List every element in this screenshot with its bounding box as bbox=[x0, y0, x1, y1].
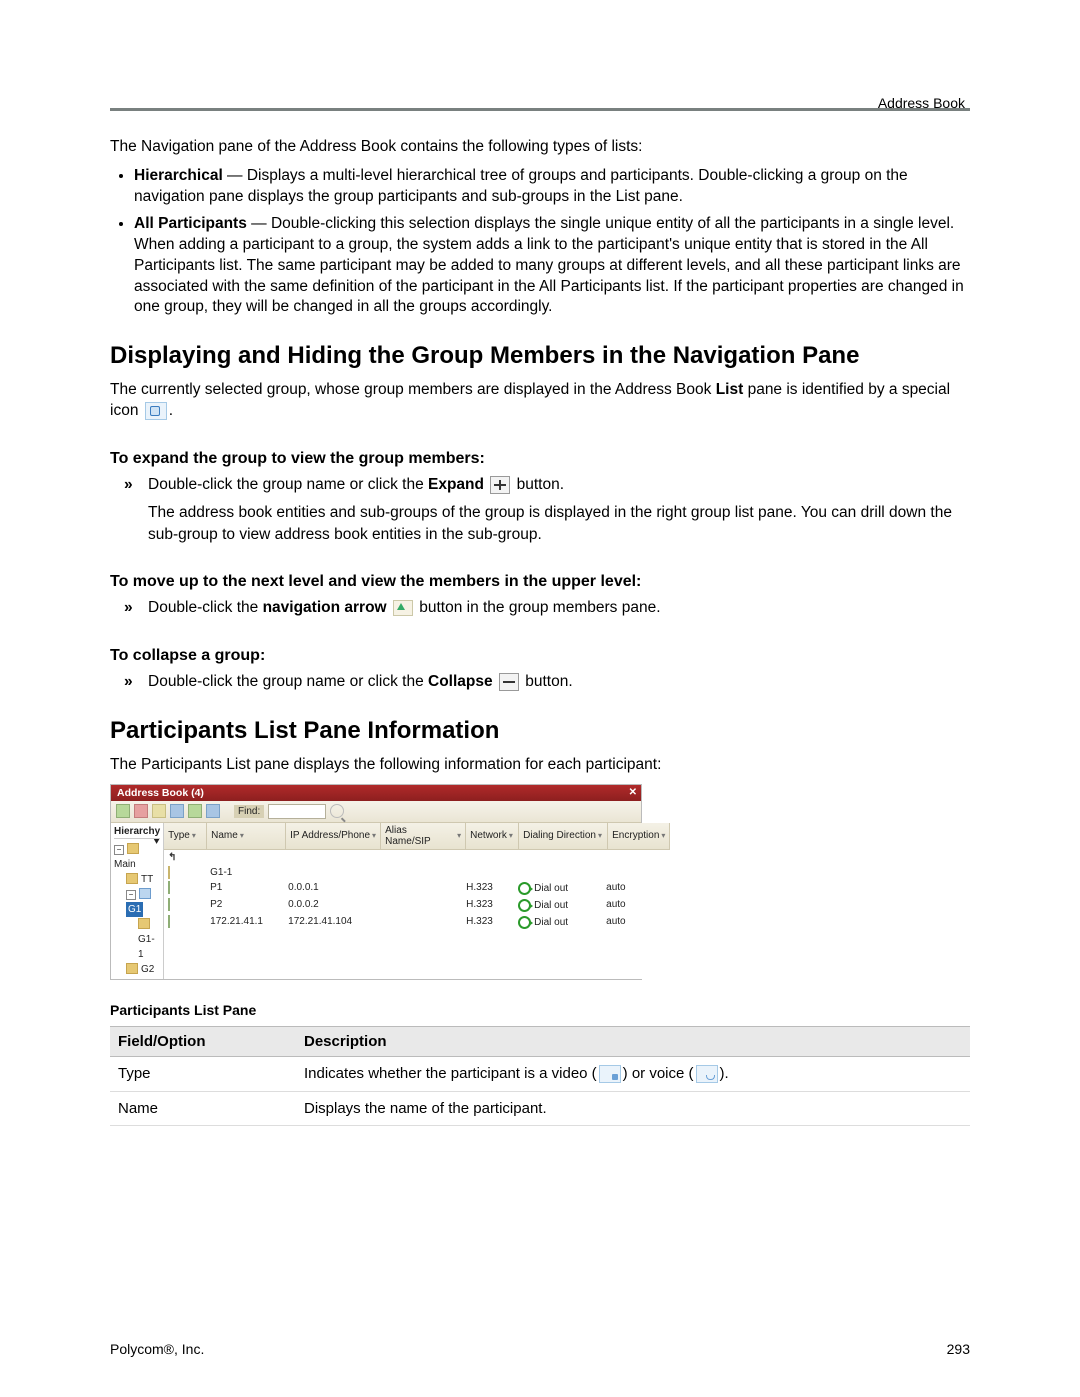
header-section: Address Book bbox=[878, 95, 965, 111]
hierarchy-header: Hierarchy ⯆ bbox=[114, 825, 160, 839]
toolbar-icon[interactable] bbox=[188, 804, 202, 818]
table-row[interactable]: G1-1 bbox=[164, 865, 670, 880]
participant-icon bbox=[168, 881, 170, 894]
tree-node-tt[interactable]: TT bbox=[114, 872, 160, 887]
plp-table: Field/Option Description Type Indicates … bbox=[110, 1026, 970, 1126]
plp-desc-name: Displays the name of the participant. bbox=[296, 1091, 970, 1125]
sub-collapse: To collapse a group: bbox=[110, 647, 970, 665]
step-expand: Double-click the group name or click the… bbox=[148, 474, 970, 496]
step-moveup: Double-click the navigation arrow button… bbox=[148, 597, 970, 619]
navigation-arrow-icon bbox=[393, 600, 413, 616]
table-row[interactable]: P20.0.0.2H.323Dial outauto bbox=[164, 897, 670, 914]
toolbar-icon[interactable] bbox=[134, 804, 148, 818]
window-titlebar: Address Book (4) ✕ bbox=[111, 785, 641, 801]
footer-page: 293 bbox=[947, 1341, 970, 1357]
toolbar-icon[interactable] bbox=[206, 804, 220, 818]
selected-group-para: The currently selected group, whose grou… bbox=[110, 380, 970, 422]
sub-moveup: To move up to the next level and view th… bbox=[110, 573, 970, 591]
col-type[interactable]: Type▾ bbox=[164, 823, 207, 849]
participant-icon bbox=[168, 898, 170, 911]
tree-node-g1-1[interactable]: G1-1 bbox=[114, 917, 160, 962]
close-icon[interactable]: ✕ bbox=[629, 787, 637, 798]
find-label: Find: bbox=[234, 805, 264, 818]
plp-field-type: Type bbox=[110, 1056, 296, 1091]
toolbar-icon[interactable] bbox=[116, 804, 130, 818]
plp-caption: Participants List Pane bbox=[110, 1002, 970, 1018]
toolbar-icon[interactable] bbox=[152, 804, 166, 818]
table-row[interactable]: P10.0.0.1H.323Dial outauto bbox=[164, 880, 670, 897]
video-participant-icon bbox=[599, 1065, 621, 1083]
dial-out-icon bbox=[518, 899, 531, 912]
plp-desc-type: Indicates whether the participant is a v… bbox=[296, 1056, 970, 1091]
participant-icon bbox=[168, 915, 170, 928]
table-row[interactable]: 172.21.41.1172.21.41.104H.323Dial outaut… bbox=[164, 914, 670, 931]
col-dialing[interactable]: Dialing Direction▾ bbox=[519, 823, 608, 849]
selected-group-icon bbox=[145, 402, 167, 420]
plp-header-desc: Description bbox=[296, 1026, 970, 1056]
desc-hierarchical: — Displays a multi-level hierarchical tr… bbox=[134, 167, 908, 205]
col-encryption[interactable]: Encryption▾ bbox=[608, 823, 670, 849]
dial-out-icon bbox=[518, 916, 531, 929]
desc-all-participants: — Double-clicking this selection display… bbox=[134, 215, 964, 316]
sub-expand: To expand the group to view the group me… bbox=[110, 450, 970, 468]
tree-node-g1[interactable]: −G1 bbox=[114, 887, 160, 917]
col-network[interactable]: Network▾ bbox=[466, 823, 519, 849]
col-ip[interactable]: IP Address/Phone▾ bbox=[286, 823, 381, 849]
find-input[interactable] bbox=[268, 804, 326, 819]
toolbar: Find: bbox=[111, 801, 641, 823]
heading-display-hide: Displaying and Hiding the Group Members … bbox=[110, 342, 970, 370]
plp-intro: The Participants List pane displays the … bbox=[110, 755, 970, 776]
collapse-icon bbox=[499, 673, 519, 691]
dial-out-icon bbox=[518, 882, 531, 895]
list-item: All Participants — Double-clicking this … bbox=[134, 214, 970, 319]
window-title: Address Book (4) bbox=[117, 787, 204, 799]
table-row: Type Indicates whether the participant i… bbox=[110, 1056, 970, 1091]
term-hierarchical: Hierarchical bbox=[134, 167, 223, 184]
search-icon[interactable] bbox=[330, 804, 344, 818]
page-footer: Polycom®, Inc. 293 bbox=[110, 1341, 970, 1357]
toolbar-icon[interactable] bbox=[170, 804, 184, 818]
col-name[interactable]: Name▾ bbox=[207, 823, 286, 849]
term-all-participants: All Participants bbox=[134, 215, 247, 232]
up-arrow-icon: ↰ bbox=[168, 852, 176, 863]
list-pane: Type▾ Name▾ IP Address/Phone▾ Alias Name… bbox=[164, 823, 670, 979]
heading-plp-info: Participants List Pane Information bbox=[110, 717, 970, 745]
group-icon bbox=[168, 866, 170, 879]
hierarchy-pane: Hierarchy ⯆ −Main TT −G1 G1-1 G2 bbox=[111, 823, 164, 979]
list-item: Hierarchical — Displays a multi-level hi… bbox=[134, 166, 970, 208]
footer-company: Polycom®, Inc. bbox=[110, 1341, 204, 1357]
table-row[interactable]: ↰ bbox=[164, 850, 670, 865]
step-collapse: Double-click the group name or click the… bbox=[148, 671, 970, 693]
column-headers: Type▾ Name▾ IP Address/Phone▾ Alias Name… bbox=[164, 823, 670, 850]
header-rule bbox=[110, 108, 970, 111]
address-book-screenshot: Address Book (4) ✕ Find: Hierarchy ⯆ −Ma… bbox=[110, 784, 642, 980]
expand-icon bbox=[490, 476, 510, 494]
col-alias[interactable]: Alias Name/SIP▾ bbox=[381, 823, 466, 849]
tree-node-g2[interactable]: G2 bbox=[114, 962, 160, 977]
list-types: Hierarchical — Displays a multi-level hi… bbox=[134, 166, 970, 318]
voice-participant-icon bbox=[696, 1065, 718, 1083]
table-row: Name Displays the name of the participan… bbox=[110, 1091, 970, 1125]
expand-result: The address book entities and sub-groups… bbox=[148, 502, 970, 545]
plp-field-name: Name bbox=[110, 1091, 296, 1125]
plp-header-field: Field/Option bbox=[110, 1026, 296, 1056]
intro-text: The Navigation pane of the Address Book … bbox=[110, 137, 970, 158]
